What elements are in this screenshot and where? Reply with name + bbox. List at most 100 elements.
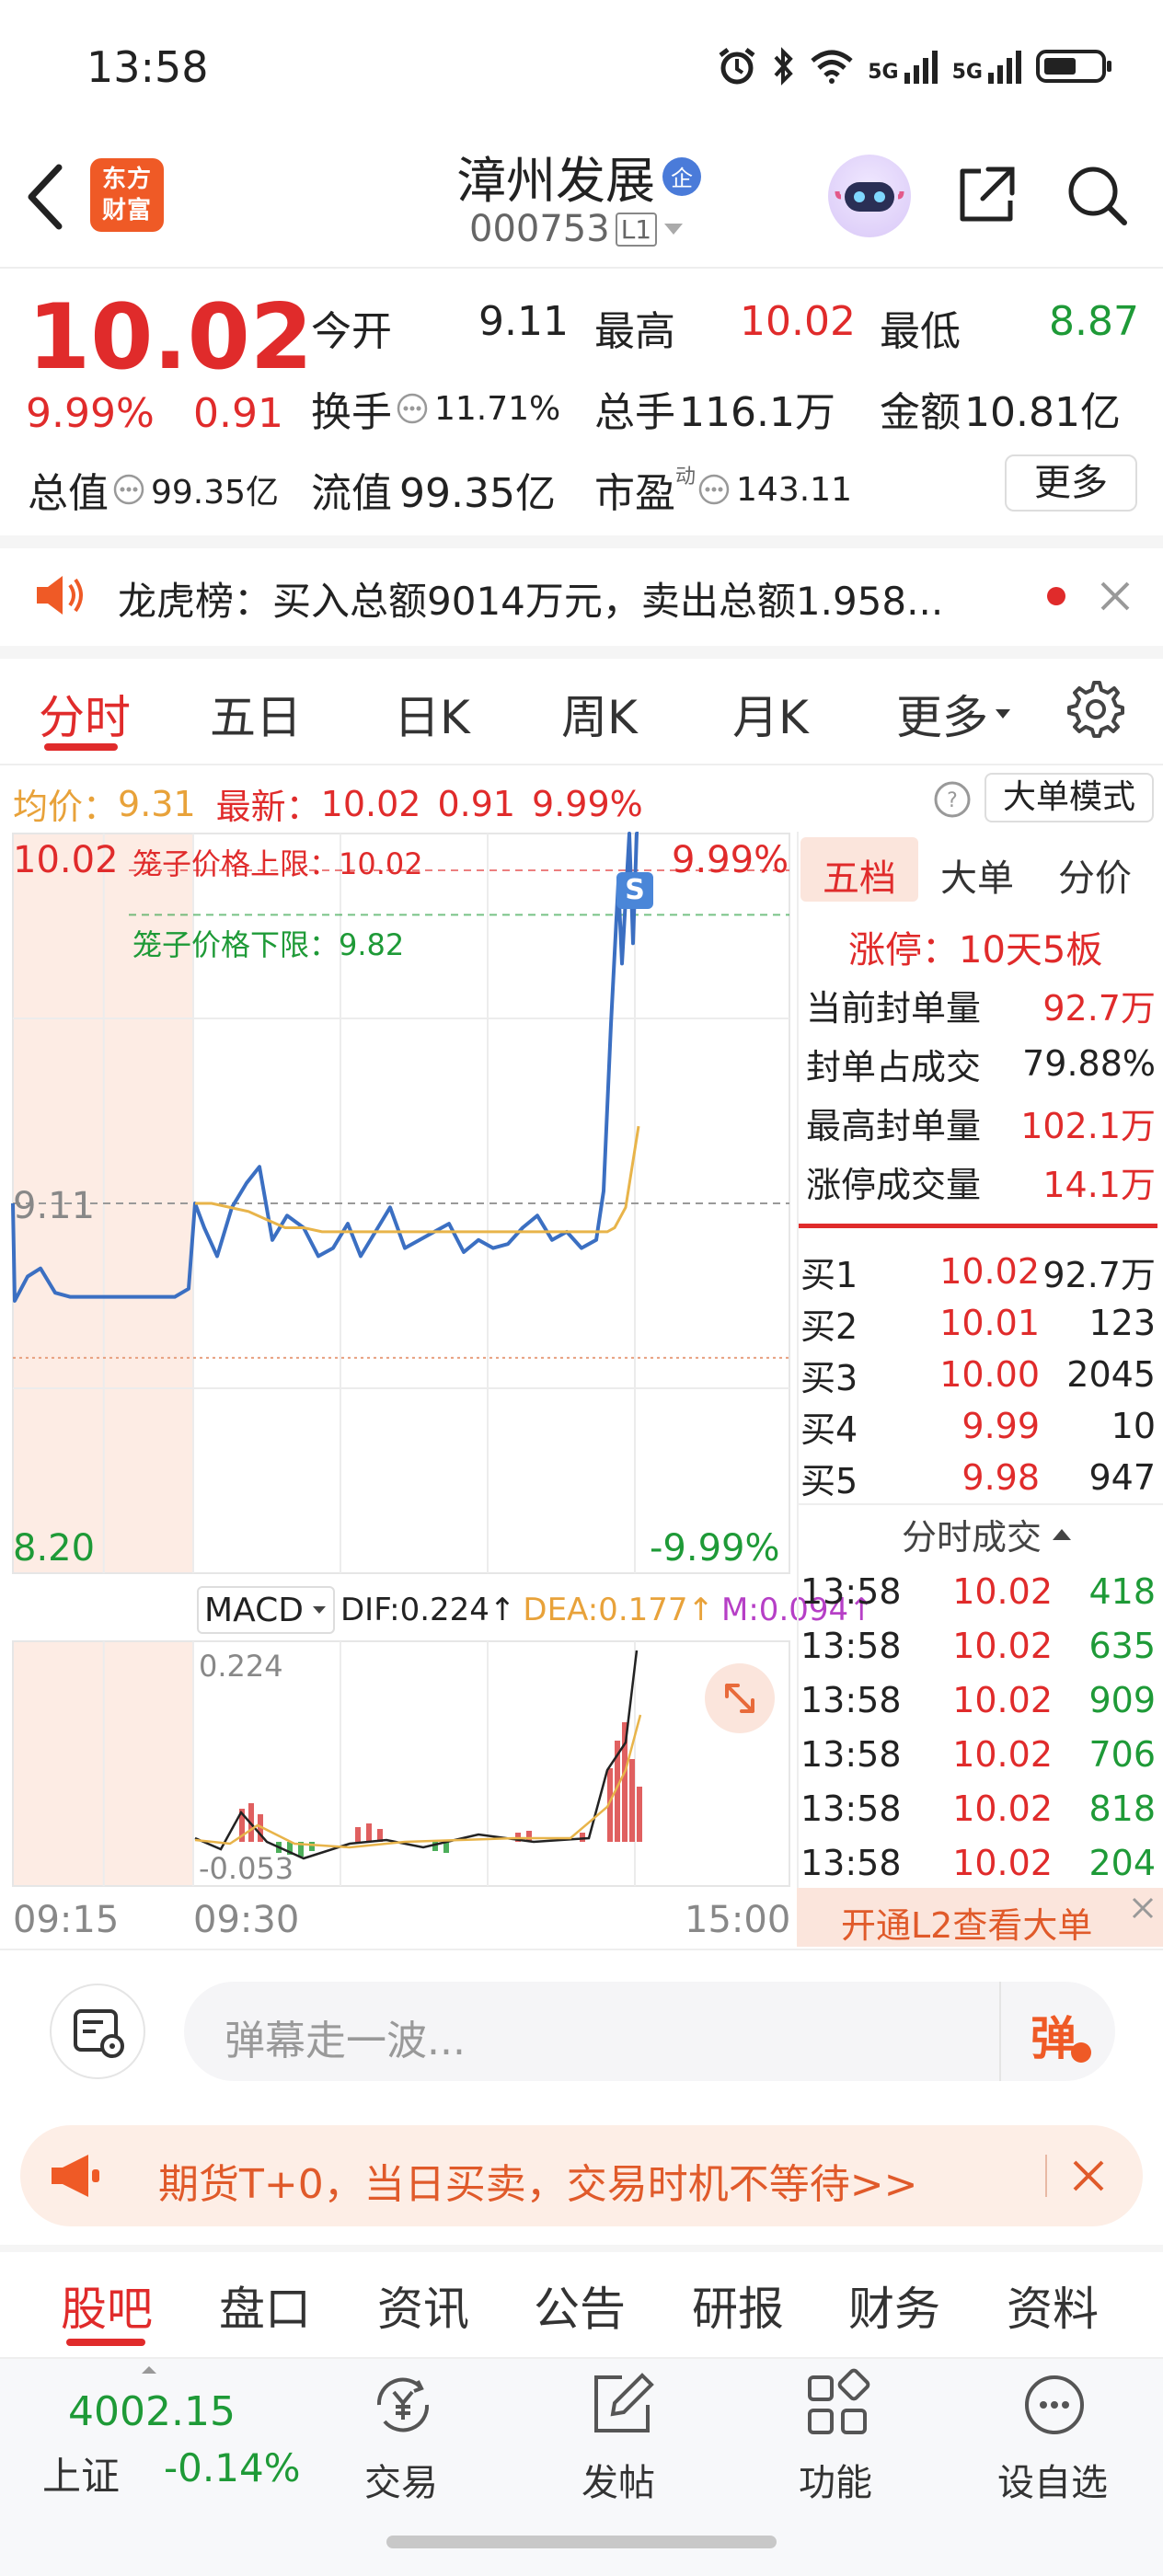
info-dots-icon[interactable]	[697, 473, 731, 506]
promo-banner[interactable]: 期货T+0，当日买卖，交易时机不等待>>	[20, 2125, 1143, 2226]
close-icon[interactable]	[1128, 1893, 1157, 1923]
tab-big-order[interactable]: 大单	[940, 848, 1014, 902]
tick-volume: 706	[1088, 1733, 1156, 1775]
app-logo[interactable]: 东方财富	[90, 158, 164, 232]
more-circle-icon	[1025, 2375, 1084, 2434]
bid-row[interactable]: 买4 9.99 10	[800, 1400, 1156, 1452]
tab-news[interactable]: 资讯	[377, 2272, 469, 2339]
back-arrow-icon[interactable]	[26, 164, 66, 230]
stock-name: 漳州发展	[456, 152, 655, 210]
macd-selector[interactable]: MACD	[197, 1586, 335, 1634]
yuan-exchange-icon	[376, 2377, 430, 2432]
notice-text[interactable]: 龙虎榜：买入总额9014万元，卖出总额1.958...	[118, 570, 1001, 627]
stat-value: 14.1万	[1042, 1164, 1156, 1205]
y-top-label: 10.02	[13, 839, 119, 881]
turnover-group: 换手 11.71%	[311, 379, 560, 438]
tab-more[interactable]: 更多	[896, 681, 1012, 747]
tab-announcements[interactable]: 公告	[534, 2272, 626, 2339]
tab-monthly-k[interactable]: 月K	[732, 681, 809, 747]
bid-price: 10.00	[939, 1354, 1040, 1395]
nav-watchlist[interactable]: 设自选	[990, 2368, 1119, 2506]
macd-bar	[366, 1823, 372, 1842]
more-button[interactable]: 更多	[1005, 454, 1137, 512]
macd-values: DIF:0.224↑ DEA:0.177↑ M:0.094↑	[340, 1592, 875, 1628]
tick-row: 13:58 10.02 818	[800, 1781, 1156, 1835]
upper-limit-label: 笼子价格上限：10.02	[132, 846, 423, 881]
low-label: 最低	[880, 308, 961, 355]
check-badge-icon	[1071, 2042, 1091, 2063]
expand-button[interactable]	[705, 1663, 775, 1733]
tab-five-level[interactable]: 五档	[823, 848, 896, 902]
bid-label: 买5	[800, 1460, 858, 1501]
bid-label: 买3	[800, 1357, 858, 1398]
tab-finance[interactable]: 财务	[848, 2272, 940, 2339]
tab-research[interactable]: 研报	[692, 2272, 784, 2339]
danmaku-settings-icon	[74, 2009, 124, 2058]
bid-row[interactable]: 买1 10.02 92.7万	[800, 1246, 1156, 1297]
help-icon[interactable]: ?	[933, 780, 972, 819]
l2-banner[interactable]: 开通L2查看大单	[797, 1888, 1163, 1947]
bid-volume: 10	[1111, 1406, 1156, 1446]
bid-volume: 2045	[1066, 1354, 1156, 1395]
ticks-title-label: 分时成交	[902, 1517, 1042, 1558]
stat-label: 涨停成交量	[806, 1164, 982, 1205]
index-widget[interactable]: 4002.15 上证 -0.14%	[0, 2363, 304, 2510]
info-dots-icon[interactable]	[112, 473, 145, 506]
tab-daily-k[interactable]: 日K	[394, 681, 470, 747]
stat-row: 最高封单量 102.1万	[806, 1093, 1156, 1152]
intraday-chart-area[interactable]	[0, 832, 795, 1947]
float-group: 流值 99.35亿	[311, 460, 556, 519]
tick-volume: 635	[1088, 1625, 1156, 1666]
bid-row[interactable]: 买2 10.01 123	[800, 1297, 1156, 1349]
macd-bar	[309, 1842, 315, 1851]
tick-row: 13:58 10.02 706	[800, 1727, 1156, 1781]
close-icon[interactable]	[1097, 578, 1134, 615]
info-dots-icon[interactable]	[396, 392, 429, 425]
danmaku-send-button[interactable]: 弹	[999, 1982, 1115, 2081]
tab-guba[interactable]: 股吧	[61, 2272, 153, 2339]
tick-volume: 204	[1088, 1842, 1156, 1883]
danmaku-send-label: 弹	[1031, 2012, 1077, 2065]
tab-price-distribution[interactable]: 分价	[1058, 848, 1132, 902]
latest-change: 0.91	[437, 783, 516, 824]
gear-icon[interactable]	[1065, 679, 1126, 740]
battery-icon	[1036, 50, 1111, 83]
tick-price: 10.02	[952, 1788, 1053, 1829]
tab-profile[interactable]: 资料	[1007, 2272, 1099, 2339]
tab-intraday[interactable]: 分时	[39, 681, 131, 747]
search-icon[interactable]	[1064, 162, 1130, 228]
y-mid-label: 9.11	[13, 1185, 96, 1227]
price-chart	[11, 832, 790, 1887]
tab-pankou[interactable]: 盘口	[219, 2272, 311, 2339]
robot-assistant-avatar[interactable]	[828, 155, 911, 237]
latest-label: 最新：	[215, 787, 321, 827]
bid-row[interactable]: 买5 9.98 947	[800, 1452, 1156, 1503]
caret-down-icon	[664, 224, 684, 235]
turnover-value: 11.71%	[434, 389, 561, 428]
big-order-mode-button[interactable]: 大单模式	[985, 773, 1154, 822]
caret-up-icon	[142, 2366, 156, 2374]
nav-trade[interactable]: 交易	[348, 2368, 458, 2506]
s-marker[interactable]: S	[616, 872, 653, 909]
share-icon[interactable]	[953, 162, 1019, 228]
float-label: 流值	[311, 470, 392, 517]
danmaku-settings-button[interactable]	[50, 1984, 145, 2079]
pct-top-label: 9.99%	[672, 839, 789, 881]
expand-icon	[725, 1684, 754, 1713]
nav-post[interactable]: 发帖	[565, 2368, 675, 2506]
stock-code-row[interactable]: 000753 L1	[469, 208, 685, 250]
limit-status: 涨停：10天5板	[848, 929, 1103, 972]
ticks-title[interactable]: 分时成交	[902, 1509, 1073, 1559]
x-tick-1500: 15:00	[685, 1899, 791, 1941]
tab-weekly-k[interactable]: 周K	[561, 681, 638, 747]
close-icon[interactable]	[1069, 2156, 1108, 2195]
tab-five-day[interactable]: 五日	[210, 681, 302, 747]
low-value: 8.87	[1049, 298, 1139, 345]
pct-bottom-label: -9.99%	[650, 1527, 780, 1570]
danmaku-input[interactable]: 弹幕走一波...	[225, 2007, 466, 2066]
x-tick-0930: 09:30	[193, 1899, 300, 1941]
nav-functions[interactable]: 功能	[782, 2368, 892, 2506]
nav-post-label: 发帖	[582, 2462, 655, 2504]
bid-row[interactable]: 买3 10.00 2045	[800, 1349, 1156, 1400]
turnover-label: 换手	[311, 389, 392, 436]
